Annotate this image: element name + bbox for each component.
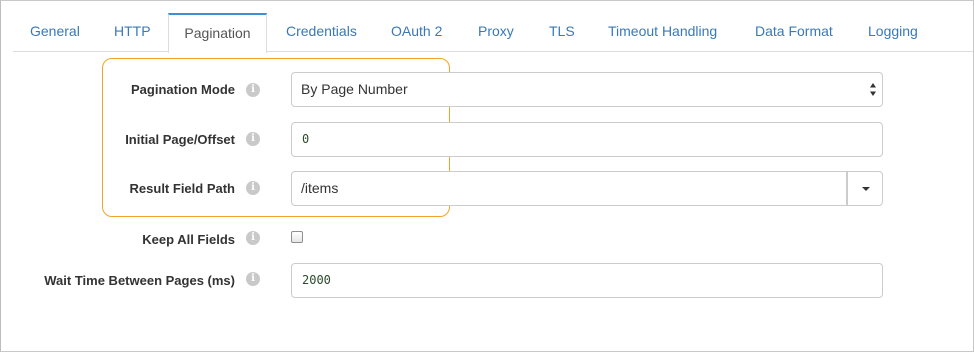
tab-bar: General HTTP Pagination Credentials OAut… [13, 13, 973, 53]
info-icon[interactable]: i [246, 83, 260, 97]
tab-timeout-handling[interactable]: Timeout Handling [608, 13, 717, 52]
pagination-mode-value: By Page Number [301, 81, 408, 97]
tab-pagination[interactable]: Pagination [168, 13, 267, 53]
wait-time-input[interactable]: 2000 [291, 263, 883, 298]
tab-tls[interactable]: TLS [549, 13, 575, 52]
result-field-path-input[interactable]: /items [291, 171, 847, 206]
wait-time-label: Wait Time Between Pages (ms) [44, 273, 235, 288]
keep-all-fields-checkbox[interactable] [291, 231, 303, 243]
keep-all-fields-label: Keep All Fields [142, 232, 235, 247]
tab-data-format[interactable]: Data Format [755, 13, 833, 52]
result-field-path-dropdown-button[interactable] [847, 171, 883, 206]
tab-proxy[interactable]: Proxy [478, 13, 514, 52]
info-icon[interactable]: i [246, 132, 260, 146]
pagination-mode-label: Pagination Mode [131, 82, 235, 97]
pagination-mode-select[interactable]: By Page Number [291, 72, 883, 107]
info-icon[interactable]: i [246, 231, 260, 245]
tab-credentials[interactable]: Credentials [286, 13, 357, 52]
tab-general[interactable]: General [30, 13, 80, 52]
tab-http[interactable]: HTTP [114, 13, 151, 52]
info-icon[interactable]: i [246, 272, 260, 286]
info-icon[interactable]: i [246, 181, 260, 195]
tab-oauth2[interactable]: OAuth 2 [391, 13, 442, 52]
select-arrows-icon [870, 83, 876, 96]
pagination-config-panel: General HTTP Pagination Credentials OAut… [0, 0, 974, 352]
tab-logging[interactable]: Logging [868, 13, 918, 52]
result-field-path-label: Result Field Path [129, 181, 235, 196]
initial-page-input[interactable]: 0 [291, 122, 883, 157]
initial-page-label: Initial Page/Offset [125, 132, 235, 147]
caret-down-icon [862, 187, 870, 191]
